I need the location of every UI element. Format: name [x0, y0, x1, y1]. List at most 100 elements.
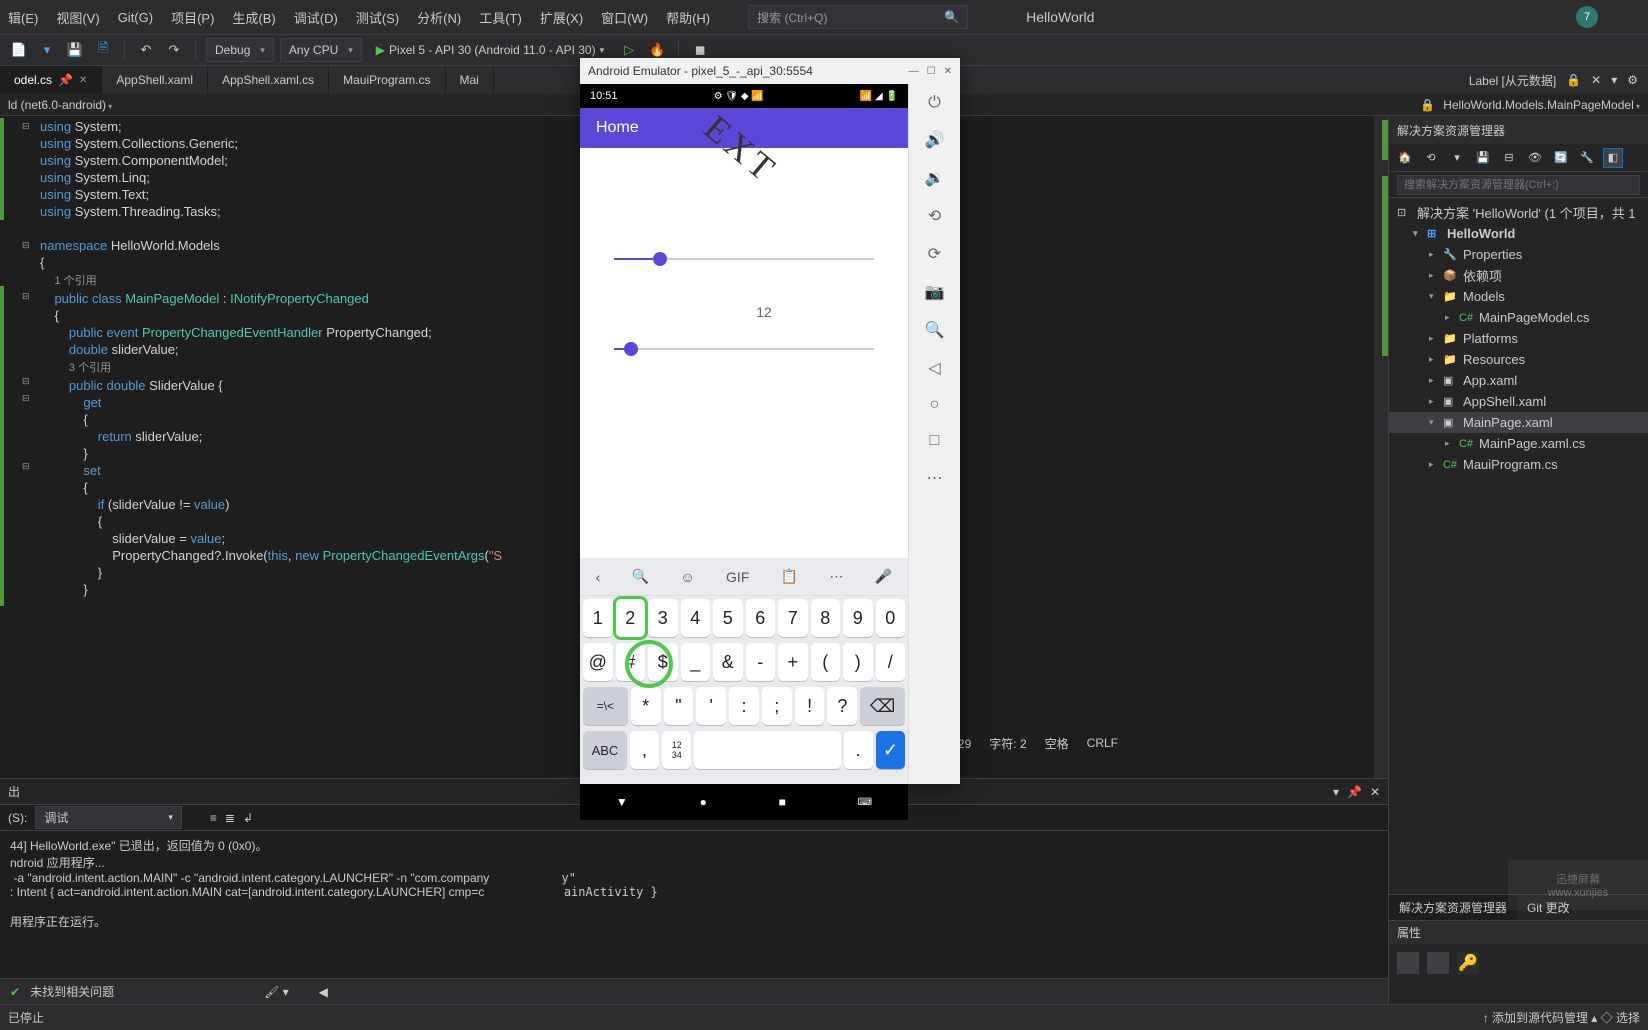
tree-project[interactable]: ▾ ⊞ HelloWorld	[1389, 223, 1648, 244]
chevron-right-icon[interactable]: ▸	[1429, 249, 1439, 260]
key-semicolon[interactable]: ;	[762, 687, 792, 725]
chevron-down-icon[interactable]: ▾	[1429, 291, 1439, 302]
key-0[interactable]: 0	[876, 599, 906, 637]
key-enter[interactable]: ✓	[876, 731, 905, 769]
chevron-right-icon[interactable]: ▸	[1429, 354, 1439, 365]
view-icon[interactable]: ◧	[1603, 148, 1623, 168]
key-excl[interactable]: !	[795, 687, 825, 725]
key-at[interactable]: @	[583, 643, 613, 681]
gear-icon[interactable]: ⚙	[1627, 73, 1638, 87]
menu-help[interactable]: 帮助(H)	[666, 8, 710, 27]
home-icon[interactable]: 🏠	[1395, 148, 1415, 168]
nav-recents-icon[interactable]: ■	[779, 795, 786, 809]
kb-clipboard-icon[interactable]: 📋	[781, 568, 798, 585]
slider-2[interactable]	[614, 348, 874, 350]
chevron-down-icon[interactable]: ▾	[1429, 417, 1439, 428]
kb-back-icon[interactable]: ‹	[596, 569, 601, 585]
pin-icon[interactable]: 📌	[1347, 785, 1362, 799]
undo-icon[interactable]: ↶	[135, 39, 157, 61]
fold-icon[interactable]: ⊟	[22, 118, 32, 135]
refresh-icon[interactable]: 🔄	[1551, 148, 1571, 168]
key-dollar[interactable]: $	[648, 643, 678, 681]
menu-view[interactable]: 视图(V)	[56, 8, 99, 27]
key-numpad[interactable]: 12 34	[662, 731, 691, 769]
emulator-titlebar[interactable]: Android Emulator - pixel_5_-_api_30:5554…	[580, 58, 960, 84]
close-icon[interactable]: ✕	[1370, 785, 1380, 799]
line-ending[interactable]: CRLF	[1087, 736, 1118, 750]
key-question[interactable]: ?	[827, 687, 857, 725]
rotate-left-icon[interactable]: ⟲	[928, 206, 941, 226]
prop-pages-icon[interactable]: 🔑	[1457, 952, 1479, 974]
kb-search-icon[interactable]: 🔍	[632, 568, 649, 585]
prop-category-icon[interactable]	[1397, 952, 1419, 974]
key-comma[interactable]: ,	[630, 731, 659, 769]
power-icon[interactable]: ⏻	[928, 94, 941, 112]
key-dot[interactable]: .	[844, 731, 873, 769]
chevron-right-icon[interactable]: ▸	[1429, 396, 1439, 407]
menu-debug[interactable]: 调试(D)	[294, 8, 338, 27]
open-icon[interactable]: ▾	[36, 39, 58, 61]
brush-icon[interactable]: 🖌 ▾	[264, 985, 289, 999]
menu-tools[interactable]: 工具(T)	[479, 8, 522, 27]
tree-mainpage-xaml[interactable]: ▾ ▣ MainPage.xaml	[1389, 412, 1648, 433]
menu-edit[interactable]: 辑(E)	[8, 8, 38, 27]
zoom-icon[interactable]: 🔍	[925, 320, 945, 340]
close-icon[interactable]: ✕	[944, 66, 952, 77]
tab-mai[interactable]: Mai	[446, 66, 494, 94]
sync-icon[interactable]: ⟲	[1421, 148, 1441, 168]
kb-more-icon[interactable]: ⋯	[829, 568, 843, 585]
breadcrumb-path[interactable]: HelloWorld.Models.MainPageModel	[1443, 98, 1640, 112]
volume-up-icon[interactable]: 🔊	[925, 130, 945, 150]
fold-icon[interactable]: ⊟	[22, 237, 32, 254]
fold-icon[interactable]: ⊟	[22, 373, 32, 390]
scroll-left-icon[interactable]: ◀	[319, 985, 328, 999]
key-plus[interactable]: +	[778, 643, 808, 681]
kb-sticker-icon[interactable]: ☺	[680, 569, 694, 585]
wrap-icon[interactable]: ↲	[243, 811, 253, 825]
menu-analyze[interactable]: 分析(N)	[417, 8, 461, 27]
indent-mode[interactable]: 空格	[1045, 735, 1069, 752]
home-icon[interactable]: ○	[930, 396, 940, 414]
toggle-icon[interactable]: ≣	[225, 811, 235, 825]
tree-deps[interactable]: ▸ 📦 依赖项	[1389, 265, 1648, 286]
chevron-right-icon[interactable]: ▸	[1429, 375, 1439, 386]
maximize-icon[interactable]: ☐	[927, 66, 936, 77]
collapse-icon[interactable]: ⊟	[1499, 148, 1519, 168]
tab-appshell-xaml-cs[interactable]: AppShell.xaml.cs	[208, 66, 329, 94]
menu-test[interactable]: 测试(S)	[356, 8, 399, 27]
tree-app-xaml[interactable]: ▸ ▣ App.xaml	[1389, 370, 1648, 391]
redo-icon[interactable]: ↷	[163, 39, 185, 61]
key-1[interactable]: 1	[583, 599, 613, 637]
key-hash[interactable]: #	[616, 643, 646, 681]
dropdown-icon[interactable]: ▾	[1333, 785, 1339, 799]
volume-down-icon[interactable]: 🔉	[925, 168, 945, 188]
key-backspace[interactable]: ⌫	[860, 687, 905, 725]
nav-keyboard-icon[interactable]: ⌨	[858, 797, 872, 808]
tree-mainpagemodel[interactable]: ▸ C# MainPageModel.cs	[1389, 307, 1648, 328]
metadata-badge[interactable]: Label [从元数据]	[1469, 72, 1556, 89]
tree-mauiprogram-cs[interactable]: ▸ C# MauiProgram.cs	[1389, 454, 1648, 475]
fold-icon[interactable]: ⊟	[22, 458, 32, 475]
tree-appshell-xaml[interactable]: ▸ ▣ AppShell.xaml	[1389, 391, 1648, 412]
save-icon[interactable]: 💾	[64, 39, 86, 61]
key-rparen[interactable]: )	[843, 643, 873, 681]
new-icon[interactable]: 📄	[8, 39, 30, 61]
output-source-dropdown[interactable]: 调试	[35, 806, 182, 829]
tab-appshell-xaml[interactable]: AppShell.xaml	[102, 66, 208, 94]
nav-back-icon[interactable]: ▼	[616, 795, 628, 809]
chevron-right-icon[interactable]: ▸	[1445, 438, 1455, 449]
key-underscore[interactable]: _	[681, 643, 711, 681]
android-content[interactable]: EXT 12	[580, 148, 908, 558]
solution-search-input[interactable]	[1397, 175, 1640, 195]
nav-home-icon[interactable]: ●	[700, 795, 707, 809]
source-control[interactable]: ↑ 添加到源代码管理 ▴ ◇ 选择	[1483, 1009, 1640, 1026]
close-icon[interactable]: ✕	[1591, 73, 1601, 87]
avatar[interactable]: 7	[1576, 6, 1598, 28]
output-body[interactable]: 44] HelloWorld.exe" 已退出，返回值为 0 (0x0)。 nd…	[0, 831, 1388, 978]
key-slash[interactable]: /	[876, 643, 906, 681]
key-minus[interactable]: -	[746, 643, 776, 681]
key-9[interactable]: 9	[843, 599, 873, 637]
key-dquote[interactable]: "	[664, 687, 694, 725]
menu-git[interactable]: Git(G)	[118, 10, 153, 25]
key-7[interactable]: 7	[778, 599, 808, 637]
